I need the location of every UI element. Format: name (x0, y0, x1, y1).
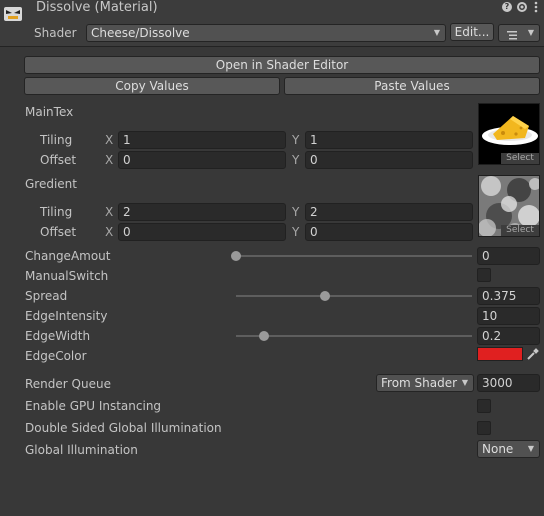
gpu-instancing-label: Enable GPU Instancing (25, 399, 162, 413)
chevron-down-icon: ▼ (461, 378, 468, 387)
maintex-label: MainTex (25, 105, 74, 119)
gredient-offset-y-field[interactable]: 0 (305, 223, 473, 241)
maintex-tiling-y-field[interactable]: 1 (305, 131, 473, 149)
maintex-offset-x-label: X (105, 153, 114, 167)
spread-slider-thumb[interactable] (319, 291, 330, 301)
gredient-thumbnail[interactable]: Select (478, 175, 540, 237)
render-queue-dropdown[interactable]: From Shader ▼ (376, 374, 474, 392)
spread-field[interactable]: 0.375 (477, 287, 540, 305)
edge-width-label: EdgeWidth (25, 329, 91, 343)
render-queue-field[interactable]: 3000 (477, 374, 540, 392)
render-queue-label: Render Queue (25, 377, 111, 391)
inspector-title: Dissolve (Material) (36, 0, 158, 15)
maintex-tiling-x-label: X (105, 133, 114, 147)
edge-width-field[interactable]: 0.2 (477, 327, 540, 345)
help-icon[interactable]: ? (502, 2, 512, 12)
copy-values-button[interactable]: Copy Values (24, 77, 280, 95)
global-illumination-label: Global Illumination (25, 443, 138, 457)
manual-switch-checkbox[interactable] (477, 268, 491, 282)
chevron-down-icon: ▼ (527, 444, 534, 453)
edge-width-slider-track[interactable] (236, 335, 472, 337)
paste-values-button[interactable]: Paste Values (284, 77, 540, 95)
maintex-thumbnail[interactable]: Select (478, 103, 540, 165)
gredient-select-button[interactable]: Select (501, 225, 539, 236)
change-amount-slider-track[interactable] (236, 255, 472, 257)
gpu-instancing-checkbox[interactable] (477, 399, 491, 413)
maintex-tiling-label: Tiling (40, 133, 73, 147)
maintex-tiling-y-label: Y (292, 133, 300, 147)
gredient-tiling-x-field[interactable]: 2 (118, 203, 286, 221)
header-divider (0, 46, 544, 47)
shader-dropdown-value: Cheese/Dissolve (91, 26, 190, 40)
manual-switch-label: ManualSwitch (25, 269, 109, 283)
gredient-tiling-y-label: Y (292, 205, 300, 219)
maintex-tiling-x-field[interactable]: 1 (118, 131, 286, 149)
change-amount-field[interactable]: 0 (477, 247, 540, 265)
global-illumination-dropdown[interactable]: None ▼ (477, 440, 540, 458)
global-illumination-value: None (482, 442, 514, 456)
double-sided-gi-label: Double Sided Global Illumination (25, 421, 222, 435)
edge-width-slider-thumb[interactable] (259, 331, 270, 341)
spread-slider-track[interactable] (236, 295, 472, 297)
shader-menu-button[interactable]: ▼ (498, 24, 540, 42)
change-amount-label: ChangeAmout (25, 249, 111, 263)
gredient-offset-x-field[interactable]: 0 (118, 223, 286, 241)
render-queue-mode: From Shader (381, 376, 458, 390)
gredient-offset-label: Offset (40, 225, 77, 239)
edge-color-label: EdgeColor (25, 349, 87, 363)
edit-shader-button[interactable]: Edit... (450, 23, 494, 41)
gredient-offset-y-label: Y (292, 225, 300, 239)
change-amount-slider-thumb[interactable] (231, 251, 241, 261)
chevron-down-icon: ▼ (527, 28, 534, 37)
double-sided-gi-checkbox[interactable] (477, 421, 491, 435)
list-menu-icon (507, 28, 521, 44)
eyedropper-icon[interactable] (526, 347, 540, 361)
header-bar: Dissolve (Material) ? Shader Cheese/Diss… (0, 0, 544, 46)
shader-dropdown[interactable]: Cheese/Dissolve ▼ (86, 24, 446, 42)
gredient-tiling-x-label: X (105, 205, 114, 219)
maintex-offset-y-field[interactable]: 0 (305, 151, 473, 169)
shader-label: Shader (34, 26, 77, 40)
maintex-offset-y-label: Y (292, 153, 300, 167)
spread-label: Spread (25, 289, 68, 303)
edge-color-swatch[interactable] (477, 347, 523, 361)
edge-intensity-field[interactable]: 10 (477, 307, 540, 325)
material-icon (3, 4, 23, 24)
edge-intensity-label: EdgeIntensity (25, 309, 108, 323)
settings-icon[interactable] (516, 1, 528, 13)
kebab-icon[interactable] (534, 1, 538, 13)
gredient-label: Gredient (25, 177, 77, 191)
gredient-offset-x-label: X (105, 225, 114, 239)
open-shader-editor-button[interactable]: Open in Shader Editor (24, 56, 540, 74)
chevron-down-icon: ▼ (433, 28, 440, 37)
gredient-tiling-y-field[interactable]: 2 (305, 203, 473, 221)
maintex-offset-x-field[interactable]: 0 (118, 151, 286, 169)
gredient-tiling-label: Tiling (40, 205, 73, 219)
maintex-offset-label: Offset (40, 153, 77, 167)
maintex-select-button[interactable]: Select (501, 153, 539, 164)
